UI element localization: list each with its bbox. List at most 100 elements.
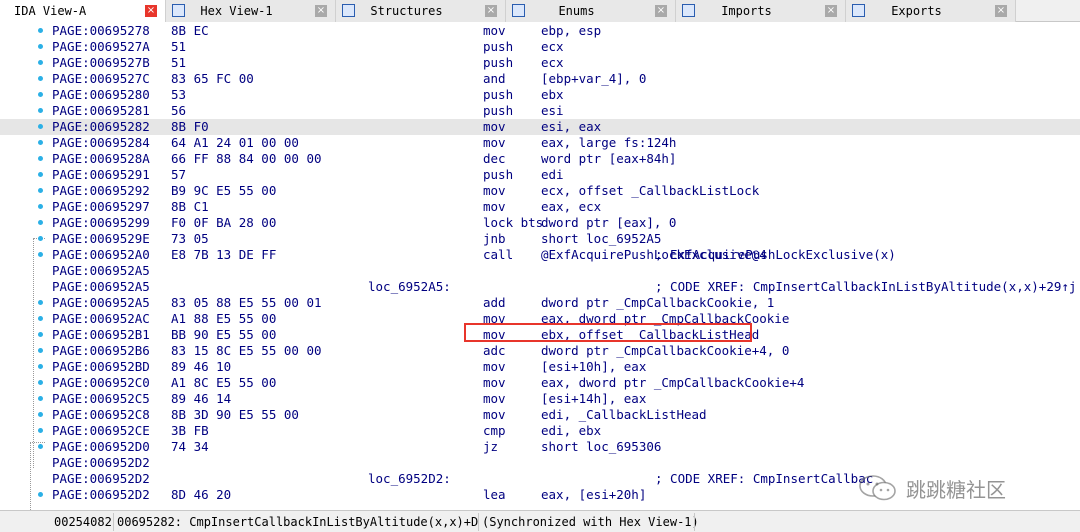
listing-row[interactable]: PAGE:006952CE 3B FB cmp edi, ebx [0, 423, 1080, 439]
breakpoint-dot-icon[interactable] [38, 348, 43, 353]
breakpoint-dot-icon[interactable] [38, 76, 43, 81]
listing-row[interactable]: PAGE:0069527A 51 push ecx [0, 39, 1080, 55]
listing-row[interactable]: PAGE:00695280 53 push ebx [0, 87, 1080, 103]
breakpoint-dot-icon[interactable] [38, 28, 43, 33]
row-address[interactable]: PAGE:0069528A [52, 151, 150, 167]
row-operands[interactable]: dword ptr [eax], 0 [541, 215, 676, 231]
row-operands[interactable]: ebp, esp [541, 23, 601, 39]
breakpoint-dot-icon[interactable] [38, 140, 43, 145]
breakpoint-dot-icon[interactable] [38, 236, 43, 241]
listing-row[interactable]: PAGE:006952A0 E8 7B 13 DE FF call @ExfAcqui… [0, 247, 1080, 263]
breakpoint-dot-icon[interactable] [38, 44, 43, 49]
row-address[interactable]: PAGE:006952D0 [52, 439, 150, 455]
close-icon[interactable]: × [995, 5, 1007, 17]
row-address[interactable]: PAGE:006952D2 [52, 455, 150, 471]
row-address[interactable]: PAGE:006952B1 [52, 327, 150, 343]
row-operands[interactable]: edi, ebx [541, 423, 601, 439]
row-operands[interactable]: [ebp+var_4], 0 [541, 71, 646, 87]
listing-row[interactable]: PAGE:0069527B 51 push ecx [0, 55, 1080, 71]
breakpoint-dot-icon[interactable] [38, 172, 43, 177]
listing-row[interactable]: PAGE:006952A5 83 05 88 E5 55 00 01 add dwor… [0, 295, 1080, 311]
row-label[interactable]: loc_6952D2: [368, 471, 451, 487]
listing-row[interactable]: PAGE:00695291 57 push edi [0, 167, 1080, 183]
breakpoint-dot-icon[interactable] [38, 364, 43, 369]
row-operands[interactable]: ecx [541, 55, 564, 71]
row-operands[interactable]: dword ptr _CmpCallbackCookie, 1 [541, 295, 774, 311]
breakpoint-dot-icon[interactable] [38, 300, 43, 305]
row-address[interactable]: PAGE:0069527C [52, 71, 150, 87]
row-address[interactable]: PAGE:006952B6 [52, 343, 150, 359]
listing-row[interactable]: PAGE:00695292 B9 9C E5 55 00 mov ecx, offse… [0, 183, 1080, 199]
listing-row[interactable]: PAGE:0069527C 83 65 FC 00 and [ebp+var_4], … [0, 71, 1080, 87]
row-address[interactable]: PAGE:006952A5 [52, 263, 150, 279]
breakpoint-dot-icon[interactable] [38, 396, 43, 401]
breakpoint-dot-icon[interactable] [38, 428, 43, 433]
row-address[interactable]: PAGE:00695281 [52, 103, 150, 119]
listing-row[interactable]: PAGE:006952C8 8B 3D 90 E5 55 00 mov edi, _C… [0, 407, 1080, 423]
tab-ida-view-a[interactable]: IDA View-A × [0, 0, 166, 22]
row-operands[interactable]: ebx [541, 87, 564, 103]
breakpoint-dot-icon[interactable] [38, 220, 43, 225]
tab-exports[interactable]: Exports × [846, 0, 1016, 22]
row-address[interactable]: PAGE:00695280 [52, 87, 150, 103]
row-address[interactable]: PAGE:006952A0 [52, 247, 150, 263]
listing-row[interactable]: PAGE:006952C0 A1 8C E5 55 00 mov eax, dword… [0, 375, 1080, 391]
listing-row[interactable]: PAGE:00695299 F0 0F BA 28 00 lock bts dword… [0, 215, 1080, 231]
row-operands[interactable]: short loc_6952A5 [541, 231, 661, 247]
row-address[interactable]: PAGE:006952BD [52, 359, 150, 375]
row-operands[interactable]: eax, dword ptr _CmpCallbackCookie+4 [541, 375, 804, 391]
row-address[interactable]: PAGE:006952AC [52, 311, 150, 327]
breakpoint-dot-icon[interactable] [38, 108, 43, 113]
row-address[interactable]: PAGE:00695299 [52, 215, 150, 231]
breakpoint-dot-icon[interactable] [38, 204, 43, 209]
row-address[interactable]: PAGE:006952CE [52, 423, 150, 439]
row-address[interactable]: PAGE:006952A5 [52, 279, 150, 295]
breakpoint-dot-icon[interactable] [38, 60, 43, 65]
breakpoint-dot-icon[interactable] [38, 92, 43, 97]
listing-row[interactable]: PAGE:006952BD 89 46 10 mov [esi+10h], eax [0, 359, 1080, 375]
breakpoint-dot-icon[interactable] [38, 156, 43, 161]
listing-row[interactable]: PAGE:00695281 56 push esi [0, 103, 1080, 119]
row-operands[interactable]: esi [541, 103, 564, 119]
row-operands[interactable]: ecx, offset _CallbackListLock [541, 183, 759, 199]
listing-row[interactable]: PAGE:00695282 8B F0 mov esi, eax [0, 119, 1080, 135]
breakpoint-dot-icon[interactable] [38, 444, 43, 449]
row-address[interactable]: PAGE:00695291 [52, 167, 150, 183]
breakpoint-dot-icon[interactable] [38, 316, 43, 321]
row-address[interactable]: PAGE:00695292 [52, 183, 150, 199]
listing-row[interactable]: PAGE:00695284 64 A1 24 01 00 00 mov eax, la… [0, 135, 1080, 151]
row-address[interactable]: PAGE:006952D2 [52, 471, 150, 487]
row-operands[interactable]: edi [541, 167, 564, 183]
row-operands[interactable]: ecx [541, 39, 564, 55]
row-operands[interactable]: edi, _CallbackListHead [541, 407, 707, 423]
row-operands[interactable]: esi, eax [541, 119, 601, 135]
row-address[interactable]: PAGE:0069527B [52, 55, 150, 71]
row-address[interactable]: PAGE:006952C0 [52, 375, 150, 391]
close-icon[interactable]: × [825, 5, 837, 17]
breakpoint-dot-icon[interactable] [38, 188, 43, 193]
row-operands[interactable]: [esi+10h], eax [541, 359, 646, 375]
row-address[interactable]: PAGE:00695282 [52, 119, 150, 135]
row-operands[interactable]: short loc_695306 [541, 439, 661, 455]
tab-hex-view-1[interactable]: Hex View-1 × [166, 0, 336, 22]
row-operands[interactable]: eax, ecx [541, 199, 601, 215]
row-address[interactable]: PAGE:0069529E [52, 231, 150, 247]
row-address[interactable]: PAGE:00695284 [52, 135, 150, 151]
breakpoint-dot-icon[interactable] [38, 380, 43, 385]
row-address[interactable]: PAGE:006952C8 [52, 407, 150, 423]
tab-enums[interactable]: Enums × [506, 0, 676, 22]
listing-row[interactable]: PAGE:00695297 8B C1 mov eax, ecx [0, 199, 1080, 215]
row-label[interactable]: loc_6952A5: [368, 279, 451, 295]
breakpoint-dot-icon[interactable] [38, 252, 43, 257]
breakpoint-dot-icon[interactable] [38, 492, 43, 497]
listing-row[interactable]: PAGE:006952B6 83 15 8C E5 55 00 00 adc dwor… [0, 343, 1080, 359]
close-icon[interactable]: × [145, 5, 157, 17]
row-address[interactable]: PAGE:00695278 [52, 23, 150, 39]
listing-row[interactable]: PAGE:006952A5 loc_6952A5: ; CODE XREF: Cmp… [0, 279, 1080, 295]
row-address[interactable]: PAGE:0069527A [52, 39, 150, 55]
tab-imports[interactable]: Imports × [676, 0, 846, 22]
listing-row[interactable]: PAGE:00695278 8B EC mov ebp, esp [0, 23, 1080, 39]
tab-structures[interactable]: Structures × [336, 0, 506, 22]
breakpoint-dot-icon[interactable] [38, 332, 43, 337]
breakpoint-dot-icon[interactable] [38, 124, 43, 129]
